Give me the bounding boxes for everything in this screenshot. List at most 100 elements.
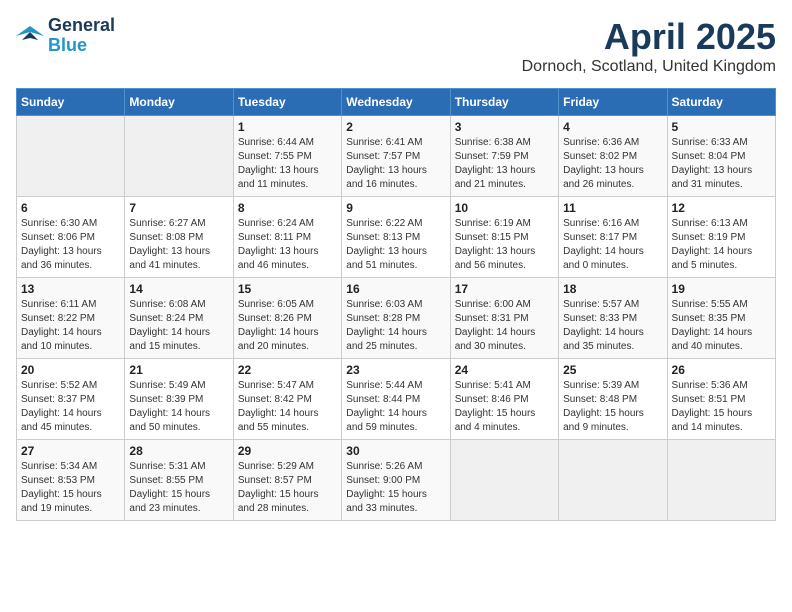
day-info: Sunrise: 5:47 AM Sunset: 8:42 PM Dayligh…: [238, 379, 337, 435]
day-number: 25: [563, 363, 662, 377]
calendar-cell: 30 Sunrise: 5:26 AM Sunset: 9:00 PM Dayli…: [342, 440, 450, 521]
calendar-cell: 3 Sunrise: 6:38 AM Sunset: 7:59 PM Daylig…: [450, 116, 558, 197]
calendar-week-1: 1 Sunrise: 6:44 AM Sunset: 7:55 PM Daylig…: [17, 116, 776, 197]
day-number: 12: [672, 201, 771, 215]
day-info: Sunrise: 6:05 AM Sunset: 8:26 PM Dayligh…: [238, 298, 337, 354]
day-number: 22: [238, 363, 337, 377]
day-info: Sunrise: 5:26 AM Sunset: 9:00 PM Dayligh…: [346, 460, 445, 516]
calendar-cell: [559, 440, 667, 521]
calendar-cell: 14Sunrise: 6:08 AM Sunset: 8:24 PM Dayli…: [125, 278, 233, 359]
calendar-header: SundayMondayTuesdayWednesdayThursdayFrid…: [17, 89, 776, 116]
day-number: 3: [455, 120, 554, 134]
day-info: Sunrise: 6:00 AM Sunset: 8:31 PM Dayligh…: [455, 298, 554, 354]
calendar-cell: 22 Sunrise: 5:47 AM Sunset: 8:42 PM Dayli…: [233, 359, 341, 440]
calendar-cell: 12Sunrise: 6:13 AM Sunset: 8:19 PM Dayli…: [667, 197, 775, 278]
logo-text: General Blue: [48, 16, 115, 56]
calendar-cell: 24 Sunrise: 5:41 AM Sunset: 8:46 PM Dayli…: [450, 359, 558, 440]
day-number: 27: [21, 444, 120, 458]
calendar-cell: 21Sunrise: 5:49 AM Sunset: 8:39 PM Dayli…: [125, 359, 233, 440]
day-number: 8: [238, 201, 337, 215]
day-info: Sunrise: 5:29 AM Sunset: 8:57 PM Dayligh…: [238, 460, 337, 516]
day-number: 24: [455, 363, 554, 377]
day-info: Sunrise: 6:03 AM Sunset: 8:28 PM Dayligh…: [346, 298, 445, 354]
day-info: Sunrise: 6:27 AM Sunset: 8:08 PM Dayligh…: [129, 217, 228, 273]
day-number: 11: [563, 201, 662, 215]
day-info: Sunrise: 6:44 AM Sunset: 7:55 PM Dayligh…: [238, 136, 337, 192]
logo-icon: [16, 22, 44, 50]
calendar-cell: 7 Sunrise: 6:27 AM Sunset: 8:08 PM Daylig…: [125, 197, 233, 278]
calendar-week-2: 6Sunrise: 6:30 AM Sunset: 8:06 PM Daylig…: [17, 197, 776, 278]
day-info: Sunrise: 6:30 AM Sunset: 8:06 PM Dayligh…: [21, 217, 120, 273]
day-number: 16: [346, 282, 445, 296]
header-day-thursday: Thursday: [450, 89, 558, 116]
calendar-cell: 9 Sunrise: 6:22 AM Sunset: 8:13 PM Daylig…: [342, 197, 450, 278]
day-number: 21: [129, 363, 228, 377]
day-info: Sunrise: 6:16 AM Sunset: 8:17 PM Dayligh…: [563, 217, 662, 273]
day-info: Sunrise: 6:33 AM Sunset: 8:04 PM Dayligh…: [672, 136, 771, 192]
day-info: Sunrise: 5:39 AM Sunset: 8:48 PM Dayligh…: [563, 379, 662, 435]
calendar-cell: 20 Sunrise: 5:52 AM Sunset: 8:37 PM Dayli…: [17, 359, 125, 440]
day-number: 9: [346, 201, 445, 215]
calendar-cell: [450, 440, 558, 521]
day-number: 14: [129, 282, 228, 296]
calendar-week-3: 13 Sunrise: 6:11 AM Sunset: 8:22 PM Dayli…: [17, 278, 776, 359]
day-info: Sunrise: 5:31 AM Sunset: 8:55 PM Dayligh…: [129, 460, 228, 516]
calendar-cell: 15Sunrise: 6:05 AM Sunset: 8:26 PM Dayli…: [233, 278, 341, 359]
day-number: 19: [672, 282, 771, 296]
calendar-cell: 25 Sunrise: 5:39 AM Sunset: 8:48 PM Dayli…: [559, 359, 667, 440]
page-header: General Blue April 2025 Dornoch, Scotlan…: [16, 16, 776, 76]
title-block: April 2025 Dornoch, Scotland, United Kin…: [522, 16, 776, 76]
calendar-cell: 28 Sunrise: 5:31 AM Sunset: 8:55 PM Dayli…: [125, 440, 233, 521]
header-day-saturday: Saturday: [667, 89, 775, 116]
calendar-title: April 2025: [522, 16, 776, 58]
day-info: Sunrise: 6:22 AM Sunset: 8:13 PM Dayligh…: [346, 217, 445, 273]
calendar-cell: [125, 116, 233, 197]
day-info: Sunrise: 6:41 AM Sunset: 7:57 PM Dayligh…: [346, 136, 445, 192]
day-number: 28: [129, 444, 228, 458]
header-row: SundayMondayTuesdayWednesdayThursdayFrid…: [17, 89, 776, 116]
day-number: 30: [346, 444, 445, 458]
calendar-subtitle: Dornoch, Scotland, United Kingdom: [522, 58, 776, 76]
day-info: Sunrise: 5:57 AM Sunset: 8:33 PM Dayligh…: [563, 298, 662, 354]
calendar-cell: 17 Sunrise: 6:00 AM Sunset: 8:31 PM Dayli…: [450, 278, 558, 359]
calendar-cell: [667, 440, 775, 521]
day-info: Sunrise: 5:52 AM Sunset: 8:37 PM Dayligh…: [21, 379, 120, 435]
calendar-cell: 1 Sunrise: 6:44 AM Sunset: 7:55 PM Daylig…: [233, 116, 341, 197]
day-number: 26: [672, 363, 771, 377]
calendar-body: 1 Sunrise: 6:44 AM Sunset: 7:55 PM Daylig…: [17, 116, 776, 521]
header-day-wednesday: Wednesday: [342, 89, 450, 116]
calendar-cell: 16 Sunrise: 6:03 AM Sunset: 8:28 PM Dayli…: [342, 278, 450, 359]
calendar-cell: 6Sunrise: 6:30 AM Sunset: 8:06 PM Daylig…: [17, 197, 125, 278]
calendar-cell: 4 Sunrise: 6:36 AM Sunset: 8:02 PM Daylig…: [559, 116, 667, 197]
day-number: 7: [129, 201, 228, 215]
day-info: Sunrise: 5:41 AM Sunset: 8:46 PM Dayligh…: [455, 379, 554, 435]
header-day-friday: Friday: [559, 89, 667, 116]
day-info: Sunrise: 6:38 AM Sunset: 7:59 PM Dayligh…: [455, 136, 554, 192]
day-number: 17: [455, 282, 554, 296]
calendar-cell: 13 Sunrise: 6:11 AM Sunset: 8:22 PM Dayli…: [17, 278, 125, 359]
day-info: Sunrise: 6:36 AM Sunset: 8:02 PM Dayligh…: [563, 136, 662, 192]
calendar-cell: 27Sunrise: 5:34 AM Sunset: 8:53 PM Dayli…: [17, 440, 125, 521]
header-day-monday: Monday: [125, 89, 233, 116]
calendar-cell: 11 Sunrise: 6:16 AM Sunset: 8:17 PM Dayli…: [559, 197, 667, 278]
day-number: 10: [455, 201, 554, 215]
calendar-cell: 26 Sunrise: 5:36 AM Sunset: 8:51 PM Dayli…: [667, 359, 775, 440]
day-info: Sunrise: 5:44 AM Sunset: 8:44 PM Dayligh…: [346, 379, 445, 435]
day-number: 13: [21, 282, 120, 296]
calendar-cell: 23 Sunrise: 5:44 AM Sunset: 8:44 PM Dayli…: [342, 359, 450, 440]
calendar-cell: 19Sunrise: 5:55 AM Sunset: 8:35 PM Dayli…: [667, 278, 775, 359]
day-number: 1: [238, 120, 337, 134]
day-number: 29: [238, 444, 337, 458]
day-number: 20: [21, 363, 120, 377]
calendar-cell: 2Sunrise: 6:41 AM Sunset: 7:57 PM Daylig…: [342, 116, 450, 197]
calendar-cell: 18Sunrise: 5:57 AM Sunset: 8:33 PM Dayli…: [559, 278, 667, 359]
day-number: 23: [346, 363, 445, 377]
day-number: 5: [672, 120, 771, 134]
day-info: Sunrise: 6:11 AM Sunset: 8:22 PM Dayligh…: [21, 298, 120, 354]
calendar-cell: [17, 116, 125, 197]
calendar-cell: 8Sunrise: 6:24 AM Sunset: 8:11 PM Daylig…: [233, 197, 341, 278]
header-day-sunday: Sunday: [17, 89, 125, 116]
header-day-tuesday: Tuesday: [233, 89, 341, 116]
day-number: 4: [563, 120, 662, 134]
day-info: Sunrise: 5:36 AM Sunset: 8:51 PM Dayligh…: [672, 379, 771, 435]
